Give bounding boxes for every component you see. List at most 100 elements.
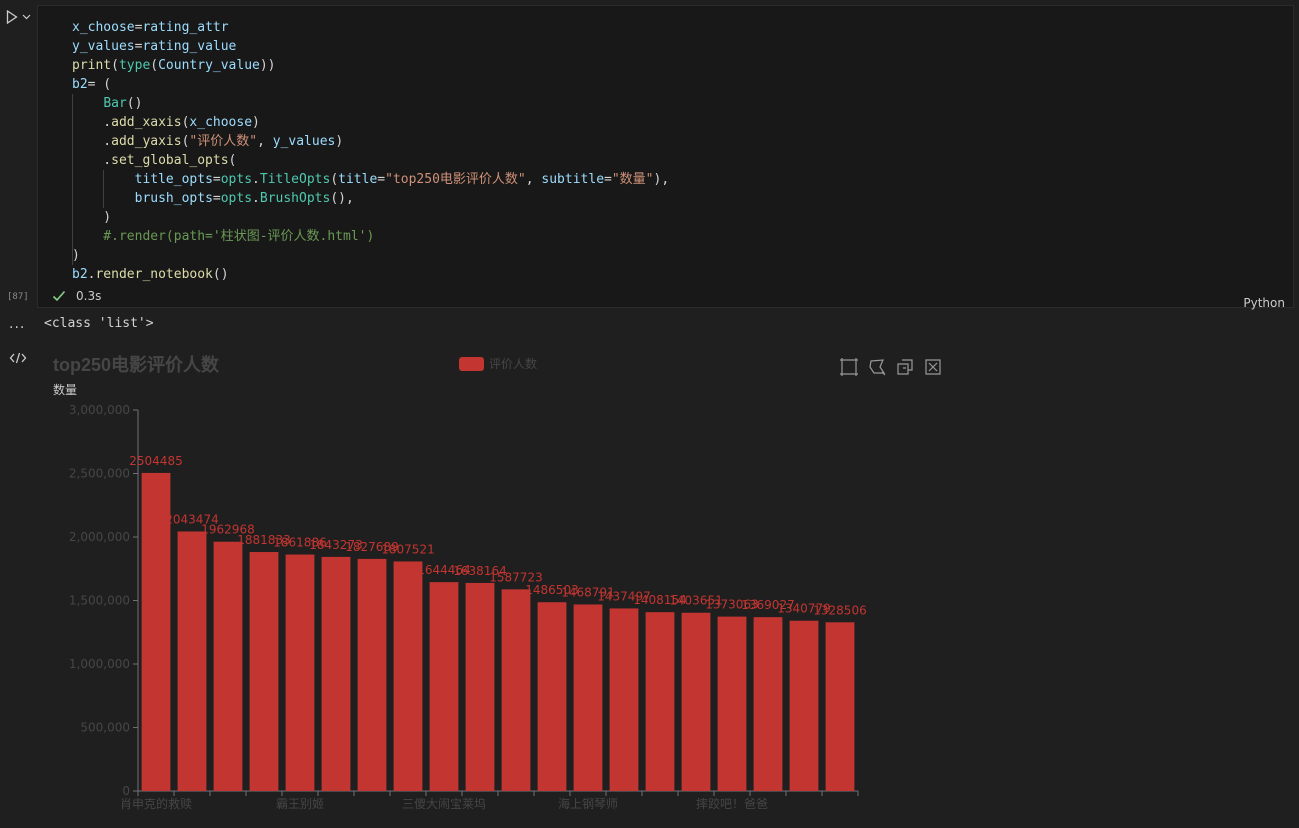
code-line[interactable]: ) — [72, 246, 669, 265]
x-tick-label: 摔跤吧！爸爸 — [696, 796, 768, 811]
bar[interactable] — [645, 612, 675, 791]
execution-count: [87] — [7, 292, 29, 302]
output-menu-button[interactable]: ... — [9, 316, 25, 332]
code-token: y_values — [72, 39, 135, 54]
y-tick-label: 3,000,000 — [69, 403, 130, 417]
code-token: b2 — [72, 77, 88, 92]
code-token: . — [72, 134, 112, 149]
y-tick-label: 2,000,000 — [69, 530, 130, 544]
code-token: () — [212, 267, 229, 282]
bar[interactable] — [825, 622, 855, 791]
code-line[interactable]: .set_global_opts( — [72, 151, 669, 170]
code-line[interactable]: b2= ( — [72, 75, 669, 94]
code-cell[interactable]: x_choose=rating_attr y_values=rating_valu… — [37, 5, 1294, 310]
code-line[interactable]: print(type(Country_value)) — [72, 56, 669, 75]
code-token: ), — [653, 172, 670, 187]
bar[interactable] — [753, 617, 783, 791]
code-token: ( — [330, 172, 339, 187]
bar-data-label: 1807521 — [381, 542, 434, 556]
code-line[interactable]: .add_yaxis("评价人数", y_values) — [72, 132, 669, 151]
code-line[interactable]: .add_xaxis(x_choose) — [72, 113, 669, 132]
code-token: ) — [72, 210, 112, 225]
code-line[interactable]: #.render(path='柱状图-评价人数.html') — [72, 227, 669, 246]
bar[interactable] — [465, 582, 495, 791]
bar[interactable] — [717, 616, 747, 791]
run-cell-button[interactable] — [6, 9, 36, 25]
legend-label: 评价人数 — [489, 356, 537, 371]
legend-item[interactable]: 评价人数 — [459, 356, 537, 371]
y-tick-label: 0 — [122, 784, 130, 798]
bar[interactable] — [357, 558, 387, 791]
code-line[interactable]: brush_opts=opts.BrushOpts(), — [72, 189, 669, 208]
code-line[interactable]: ) — [72, 208, 669, 227]
execution-status: 0.3s — [52, 289, 101, 303]
code-token: "top250电影评价人数" — [385, 172, 526, 187]
code-line[interactable]: Bar() — [72, 94, 669, 113]
bar[interactable] — [249, 552, 279, 791]
play-icon — [6, 10, 18, 24]
keep-select-icon[interactable] — [897, 359, 913, 375]
bar[interactable] — [537, 602, 567, 791]
rect-select-icon[interactable] — [840, 358, 858, 376]
code-line[interactable]: x_choose=rating_attr — [72, 18, 669, 37]
code-token: "数量" — [611, 172, 654, 187]
code-line[interactable]: y_values=rating_value — [72, 37, 669, 56]
code-token: Bar — [103, 96, 127, 111]
y-tick-label: 1,000,000 — [69, 657, 130, 671]
bar[interactable] — [789, 620, 819, 791]
bar[interactable] — [393, 561, 423, 791]
x-tick-label: 霸王别姬 — [276, 797, 324, 811]
output-text: <class 'list'> — [44, 316, 154, 331]
x-tick-label: 海上钢琴师 — [558, 796, 618, 811]
y-tick-label: 2,500,000 — [69, 467, 130, 481]
code-token: = — [212, 172, 221, 187]
code-token: )) — [259, 58, 276, 73]
bar[interactable] — [177, 531, 207, 791]
code-line[interactable]: b2.render_notebook() — [72, 265, 669, 284]
bar[interactable] — [429, 582, 459, 791]
bar[interactable] — [321, 556, 351, 791]
x-tick-label: 肖申克的救赎 — [120, 796, 192, 811]
legend-swatch — [459, 357, 484, 371]
bar-data-label: 2504485 — [129, 454, 182, 468]
language-label[interactable]: Python — [1243, 296, 1285, 310]
bar[interactable] — [285, 554, 315, 791]
code-token: add_yaxis — [111, 134, 182, 149]
bar-chart: top250电影评价人数 数量 评价人数 0 500,000 1,000,000 1,… — [40, 346, 960, 824]
code-token: (), — [330, 191, 354, 206]
chevron-down-icon[interactable] — [22, 14, 31, 20]
code-token: = — [212, 191, 221, 206]
bar[interactable] — [213, 541, 243, 791]
code-token: ( — [150, 58, 159, 73]
bar[interactable] — [681, 612, 711, 791]
code-editor[interactable]: x_choose=rating_attr y_values=rating_valu… — [72, 18, 669, 284]
clear-select-icon[interactable] — [925, 359, 941, 375]
code-token: ( — [111, 58, 119, 73]
code-token: subtitle — [541, 172, 605, 187]
code-icon[interactable] — [9, 350, 27, 366]
code-line[interactable]: title_opts=opts.TitleOpts(title="top250电… — [72, 170, 670, 189]
code-token: . — [72, 115, 112, 130]
code-token: opts — [220, 172, 253, 187]
code-token: rating_value — [142, 39, 237, 54]
brush-toolbox — [840, 358, 941, 376]
bar[interactable] — [609, 608, 639, 791]
code-token: "评价人数" — [189, 134, 258, 149]
bar[interactable] — [501, 589, 531, 791]
polygon-select-icon[interactable] — [869, 359, 886, 376]
check-icon — [52, 290, 66, 302]
code-token: . — [252, 191, 260, 206]
code-token: set_global_opts — [111, 153, 229, 168]
code-token: . — [252, 172, 260, 187]
code-token: Country_value — [158, 58, 260, 73]
code-token: title_opts — [134, 172, 213, 187]
code-token: , — [257, 134, 273, 149]
code-token: BrushOpts — [259, 191, 331, 206]
code-token: = — [377, 172, 386, 187]
bar[interactable] — [573, 604, 603, 791]
code-token: add_xaxis — [111, 115, 182, 130]
code-token: y_values — [272, 134, 336, 149]
